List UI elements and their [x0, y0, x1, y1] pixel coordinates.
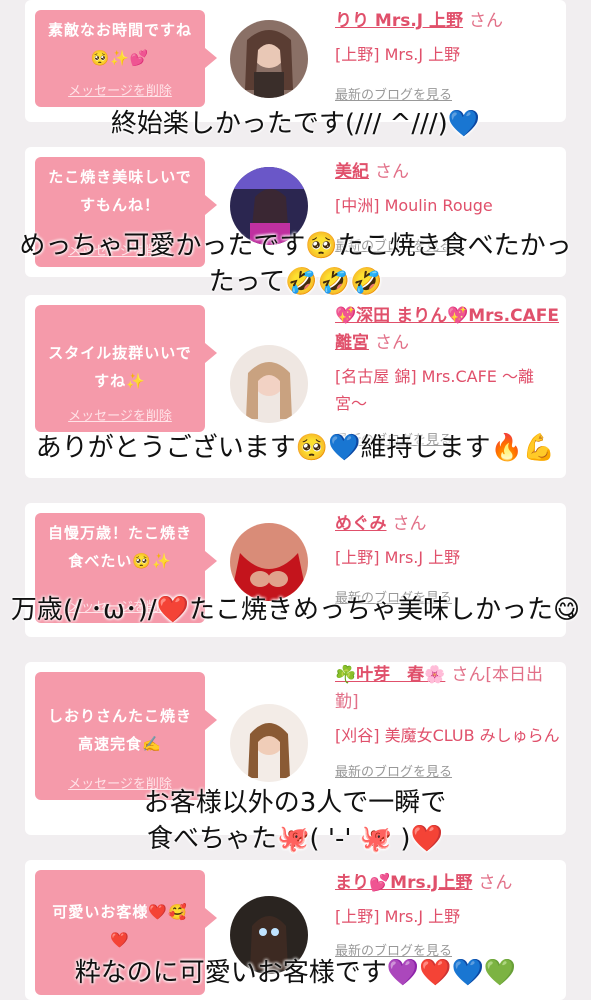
latest-blog-link[interactable]: 最新のブログを見る — [335, 759, 560, 786]
overlay-caption: 粋なのに可愛いお客様です💜❤️💙💚 — [74, 958, 517, 988]
girl-name-link[interactable]: りり Mrs.J 上野 — [335, 11, 463, 31]
girl-info: りり Mrs.J 上野 さん [上野] Mrs.J 上野 最新のブログを見る — [335, 8, 560, 109]
message-text: スタイル抜群いいですね✨ — [48, 344, 192, 390]
girl-info: ☘️叶芽 春🌸 さん[本日出勤] [刈谷] 美魔女CLUB みしゅらん 最新のブロ… — [335, 662, 560, 786]
message-bubble: 素敵なお時間ですね🥺✨💕 メッセージを削除 — [35, 10, 217, 107]
latest-blog-link[interactable]: 最新のブログを見る — [335, 82, 560, 109]
shop-name[interactable]: [名古屋 錦] Mrs.CAFE 〜離宮〜 — [335, 363, 560, 417]
avatar[interactable] — [230, 345, 308, 423]
message-text: 自慢万歳！たこ焼き食べたい🥺✨ — [47, 524, 192, 570]
honorific: さん — [469, 11, 504, 31]
girl-name-link[interactable]: ☘️叶芽 春🌸 — [335, 665, 445, 685]
honorific: さん — [392, 514, 427, 534]
overlay-caption: めっちゃ可愛かったです🥺たこ焼き食べたかったって🤣🤣🤣 — [19, 231, 572, 297]
avatar[interactable] — [230, 523, 308, 601]
message-bubble: スタイル抜群いいですね✨ メッセージを削除 — [35, 305, 217, 432]
avatar[interactable] — [230, 20, 308, 98]
message-bubble: しおりさんたこ焼き高速完食✍️ メッセージを削除 — [35, 672, 217, 800]
shop-name[interactable]: [刈谷] 美魔女CLUB みしゅらん — [335, 722, 560, 749]
girl-name-link[interactable]: 💖深田 まりん💖Mrs.CAFE離宮 — [335, 306, 559, 353]
message-card: 素敵なお時間ですね🥺✨💕 メッセージを削除 りり Mrs.J 上野 さん [上野]… — [25, 0, 566, 122]
girl-name-link[interactable]: 美紀 — [335, 162, 369, 182]
girl-info: まり💕Mrs.J上野 さん [上野] Mrs.J 上野 最新のブログを見る — [335, 870, 560, 965]
overlay-caption: 万歳(/ ･ω･)/❤️たこ焼きめっちゃ美味しかった😋 — [10, 595, 581, 625]
overlay-caption: ありがとうございます🥺💙維持します🔥💪 — [35, 433, 556, 463]
shop-name[interactable]: [上野] Mrs.J 上野 — [335, 544, 560, 571]
overlay-caption: お客様以外の3人で一瞬で食べちゃた🐙( '-' 🐙 )❤️ — [143, 788, 447, 854]
delete-message-link[interactable]: メッセージを削除 — [35, 80, 205, 99]
delete-message-link[interactable]: メッセージを削除 — [35, 405, 205, 424]
honorific: さん — [375, 162, 409, 182]
girl-name-link[interactable]: めぐみ — [335, 514, 387, 534]
shop-name[interactable]: [上野] Mrs.J 上野 — [335, 41, 560, 68]
overlay-caption: 終始楽しかったです(/// ^///)💙 — [110, 109, 481, 139]
shop-name[interactable]: [中洲] Moulin Rouge — [335, 192, 560, 219]
girl-name-link[interactable]: まり💕Mrs.J上野 — [335, 873, 472, 893]
shop-name[interactable]: [上野] Mrs.J 上野 — [335, 903, 560, 930]
avatar[interactable] — [230, 704, 308, 782]
message-text: 素敵なお時間ですね🥺✨💕 — [47, 21, 192, 67]
message-text: たこ焼き美味しいですもんね！ — [48, 168, 192, 214]
honorific: さん — [478, 873, 513, 893]
message-text: 可愛いお客様❤️🥰❤️ — [52, 903, 188, 949]
message-text: しおりさんたこ焼き高速完食✍️ — [47, 707, 192, 753]
honorific: さん — [375, 333, 409, 353]
